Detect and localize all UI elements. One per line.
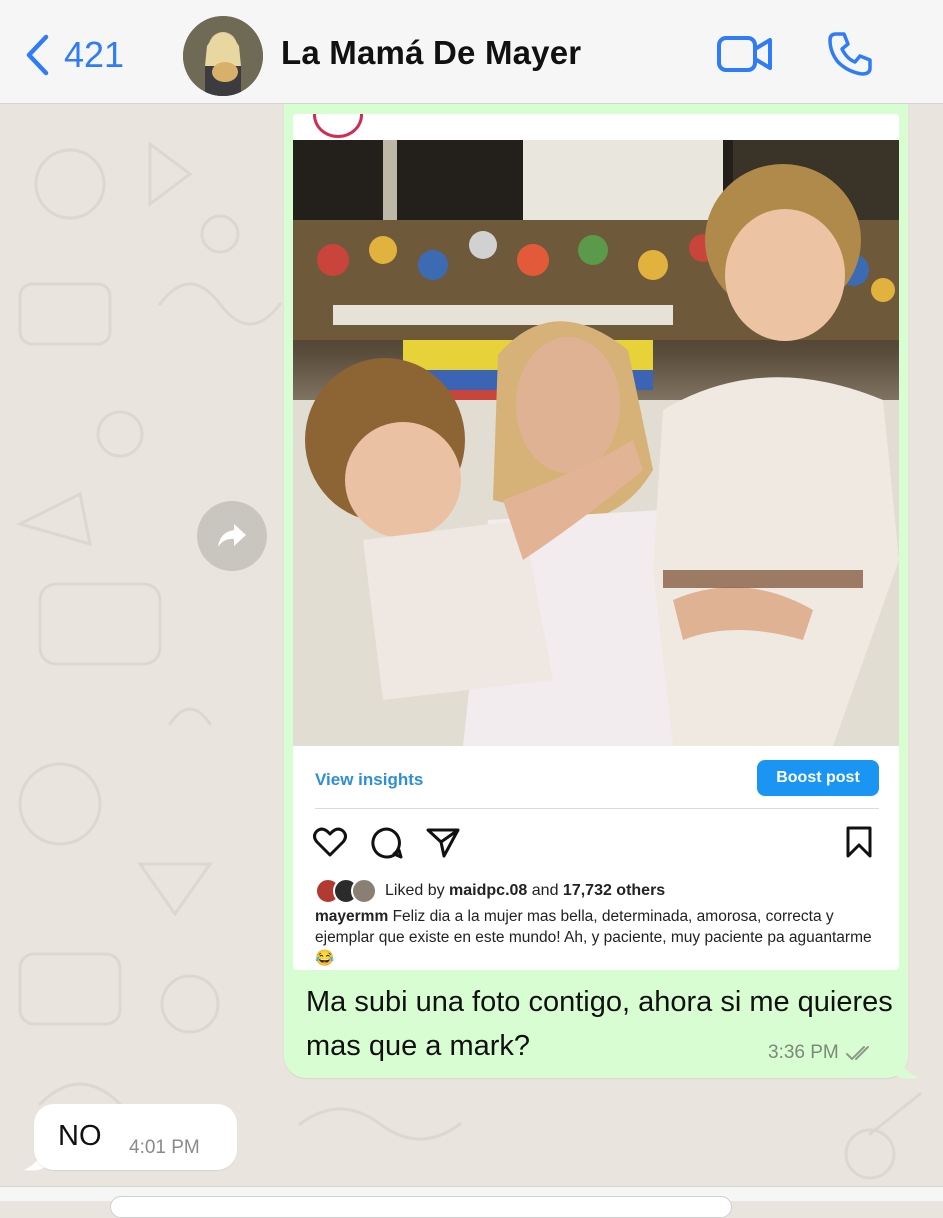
incoming-message-bubble[interactable]: NO 4:01 PM [34, 1104, 237, 1170]
message-time: 3:36 PM [768, 1042, 839, 1063]
comment-icon[interactable] [370, 826, 404, 860]
boost-post-button[interactable]: Boost post [757, 760, 879, 796]
instagram-avatar-ring [313, 114, 363, 138]
post-caption: mayermm Feliz dia a la mujer mas bella, … [315, 906, 875, 969]
outgoing-message-bubble[interactable]: View insights Boost post Liked by maidpc… [284, 104, 908, 1078]
instagram-post-photo[interactable] [293, 140, 899, 746]
message-text: NO [58, 1120, 102, 1152]
chat-header: 421 La Mamá De Mayer [0, 0, 943, 104]
message-input[interactable] [110, 1196, 732, 1218]
back-button[interactable]: 421 [24, 30, 124, 80]
caption-username[interactable]: mayermm [315, 908, 388, 925]
chevron-left-icon [26, 34, 49, 76]
phone-call-icon[interactable] [826, 30, 874, 78]
view-insights-link[interactable]: View insights [315, 770, 423, 790]
likes-text[interactable]: Liked by maidpc.08 and 17,732 others [385, 882, 665, 900]
contact-avatar[interactable] [183, 16, 263, 96]
video-call-icon[interactable] [716, 34, 774, 74]
heart-icon[interactable] [313, 826, 347, 858]
divider [315, 808, 879, 809]
send-icon[interactable] [426, 826, 460, 858]
likes-row: Liked by maidpc.08 and 17,732 others [315, 878, 665, 904]
unread-count: 421 [64, 34, 125, 75]
message-time: 4:01 PM [129, 1137, 200, 1158]
liker-avatar [351, 878, 377, 904]
avatar-photo [183, 16, 263, 96]
read-receipt-icon [845, 1046, 869, 1061]
contact-name[interactable]: La Mamá De Mayer [281, 34, 581, 72]
message-meta: 3:36 PM [768, 1042, 875, 1064]
bubble-tail [895, 1046, 919, 1079]
share-forward-icon [218, 524, 246, 547]
forward-button[interactable] [197, 501, 267, 571]
instagram-post-preview[interactable]: View insights Boost post Liked by maidpc… [293, 114, 899, 970]
bookmark-icon[interactable] [845, 826, 873, 858]
caption-text: Feliz dia a la mujer mas bella, determin… [315, 908, 872, 967]
family-photo [293, 140, 899, 746]
